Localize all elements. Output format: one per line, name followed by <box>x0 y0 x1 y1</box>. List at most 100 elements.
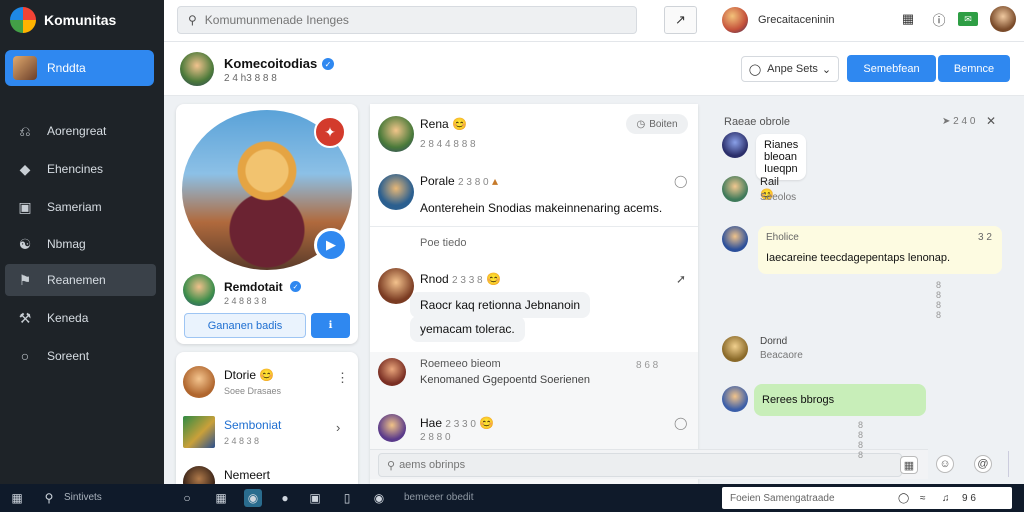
brand[interactable]: Komunitas <box>10 6 116 34</box>
top-user[interactable]: Grecaitaceninin <box>722 6 834 34</box>
feed: Rena 😊 2 8 4 4 8 8 8 ◷ Boiten Porale 2 3 … <box>370 104 698 484</box>
film-icon: ▣ <box>18 198 32 215</box>
list-item[interactable]: Semboniat 2 4 8 3 8 › <box>176 406 358 456</box>
headset-icon: ⎌ <box>19 122 31 139</box>
sidebar-item-label: Rnddta <box>47 61 86 75</box>
friend-name: Nemeert <box>224 468 271 482</box>
message-input[interactable] <box>399 459 880 471</box>
post-author: Hae 2 3 3 0 😊 <box>420 416 495 430</box>
message-author: Dornd <box>760 336 788 347</box>
store-icon[interactable]: ▣ <box>306 489 324 507</box>
avatar <box>183 416 215 448</box>
list-item[interactable]: Dtorie 😊 Soee Drasaes ⋮ <box>176 356 358 406</box>
sidebar-item-3[interactable]: ▣ Sameriam <box>5 191 156 223</box>
taskbar-search-box[interactable]: Foeien Samengatraade ◯ ≈ ♫ 9 6 <box>722 487 1012 509</box>
globe-icon: ☯ <box>18 235 32 252</box>
chat-time: ➤ 2 4 0 <box>942 116 976 127</box>
post[interactable]: Hae 2 3 3 0 😊 2 8 8 0 ◯ <box>370 410 698 450</box>
close-icon[interactable]: ✕ <box>986 114 996 128</box>
list-item[interactable]: Nemeert <box>176 456 358 484</box>
sidebar-item-label: Keneda <box>47 311 89 325</box>
avatar <box>378 358 406 386</box>
post-bubble: Raocr kaq retionna Jebnanoin <box>410 292 591 318</box>
more-icon[interactable]: ⋮ <box>336 370 349 386</box>
info-icon[interactable]: ⓘ <box>930 10 948 28</box>
widgets-icon[interactable]: ▦ <box>212 489 230 507</box>
chat-icon: ◯ <box>898 492 910 504</box>
message-bubble: Rerees bbrogs <box>754 384 926 416</box>
sidebar-item-2[interactable]: ◆ Ehencines <box>5 153 156 185</box>
attach-icon[interactable]: ▦ <box>900 456 918 474</box>
clock-icon: ◷ <box>636 118 646 130</box>
profile-meta: 2 4 8 8 3 8 <box>224 296 267 306</box>
channel-header: Komecoitodias ✓ 2 4 h3 8 8 8 ◯ Anpe Sets… <box>164 42 1024 96</box>
avatar <box>722 386 748 412</box>
more-icon[interactable]: ◯ <box>674 416 687 430</box>
post[interactable]: Roemeeo bieom Kenomaned Ggepoentd Soerie… <box>370 354 698 406</box>
profile-card: ✦ ▶ Remdotait ✓ 2 4 8 8 3 8 Gananen badi… <box>176 104 358 344</box>
app-name: Komunitas <box>44 12 117 28</box>
search-icon: ⚲ <box>188 13 197 27</box>
grid-icon[interactable]: ▦ <box>899 10 917 28</box>
message-sub: Seeolos <box>760 192 797 203</box>
sidebar-item-active[interactable]: Rnddta <box>5 50 154 86</box>
sidebar-item-1[interactable]: ⎌ Aorengreat <box>5 115 156 147</box>
sidebar-item-6[interactable]: ⚒ Keneda <box>5 302 156 334</box>
post-author: Rnod 2 3 3 8 😊 <box>420 272 501 286</box>
search-input[interactable] <box>204 13 625 27</box>
search-icon[interactable]: ⚲ <box>40 489 58 507</box>
chevron-right-icon[interactable]: › <box>336 420 340 435</box>
more-icon[interactable]: ◯ <box>674 174 687 188</box>
tag-icon: ◆ <box>19 160 31 177</box>
profile-avatar[interactable] <box>990 6 1016 32</box>
chrome-icon[interactable]: ◉ <box>370 489 388 507</box>
channel-meta: 2 4 h3 8 8 8 <box>224 73 277 84</box>
sidebar-item-label: Ehencines <box>47 162 104 176</box>
section-label: Poe tiedo <box>420 237 467 249</box>
at-icon[interactable]: @ <box>974 455 992 473</box>
share-icon[interactable]: ➚ <box>676 272 686 286</box>
post[interactable]: Porale 2 3 8 0 ▴ ◯ Aonterehein Snodias m… <box>370 164 698 226</box>
folder-icon[interactable]: ▯ <box>338 489 356 507</box>
friend-status: 2 4 8 3 8 <box>224 436 260 446</box>
sidebar-item-label: Aorengreat <box>47 124 107 138</box>
avatar <box>183 466 215 484</box>
search-box[interactable]: ⚲ <box>177 6 637 34</box>
sidebar-item-5[interactable]: ⚑ Reanemen <box>5 264 156 296</box>
post[interactable]: Rnod 2 3 3 8 😊 ➚ Raocr kaq retionna Jebn… <box>370 264 698 352</box>
post-bubble: yemacam tolerac. <box>410 316 525 342</box>
filter-chip[interactable]: ◷ Boiten <box>626 114 688 134</box>
task-view-icon[interactable]: ○ <box>178 489 196 507</box>
play-icon[interactable]: ▶ <box>314 228 348 262</box>
windows-icon[interactable]: ▦ <box>8 489 26 507</box>
chat-header: Raeae obrole <box>724 116 791 128</box>
profile-name: Remdotait <box>224 280 283 294</box>
avatar <box>722 132 748 158</box>
expand-button[interactable]: ↗ <box>664 6 697 34</box>
emoji-icon[interactable]: ☺ <box>936 455 954 473</box>
sidebar: Komunitas Rnddta ⎌ Aorengreat ◆ Ehencine… <box>0 0 164 484</box>
info-icon: ℹ <box>328 320 333 331</box>
taskbar-search-label[interactable]: Sintivets <box>64 492 102 503</box>
compose-field[interactable]: ⚲ <box>378 453 902 477</box>
game-icon[interactable]: ● <box>276 489 294 507</box>
sidebar-item-4[interactable]: ☯ Nbmag <box>5 228 156 260</box>
post-author: Porale 2 3 8 0 ▴ <box>420 174 498 188</box>
channel-avatar[interactable] <box>180 52 214 86</box>
browser-icon[interactable]: ◉ <box>244 489 262 507</box>
primary-button-2[interactable]: Bemnce <box>938 55 1010 82</box>
info-button[interactable]: ℹ <box>311 313 350 338</box>
sidebar-item-label: Sameriam <box>47 200 102 214</box>
sort-dropdown[interactable]: ◯ Anpe Sets ⌄ <box>741 56 839 82</box>
top-bar: ⚲ ↗ Grecaitaceninin ▦ ⓘ ✉ <box>164 0 1024 42</box>
sidebar-item-7[interactable]: ○ Soreent <box>5 340 156 372</box>
post[interactable]: Rena 😊 2 8 4 4 8 8 8 ◷ Boiten <box>370 104 698 164</box>
chat-badge-icon[interactable]: ✉ <box>958 12 978 26</box>
follow-button[interactable]: Gananen badis <box>184 313 306 338</box>
friend-status: Soee Drasaes <box>224 386 282 396</box>
friend-list: Dtorie 😊 Soee Drasaes ⋮ Semboniat 2 4 8 … <box>176 352 358 484</box>
lock-icon: ◯ <box>748 63 762 76</box>
primary-button-1[interactable]: Semebfean <box>847 55 936 82</box>
compose-bar: ⚲ ▦ <box>370 449 928 479</box>
message-bubble: Rianes bleoan Iueqpn <box>756 134 807 180</box>
